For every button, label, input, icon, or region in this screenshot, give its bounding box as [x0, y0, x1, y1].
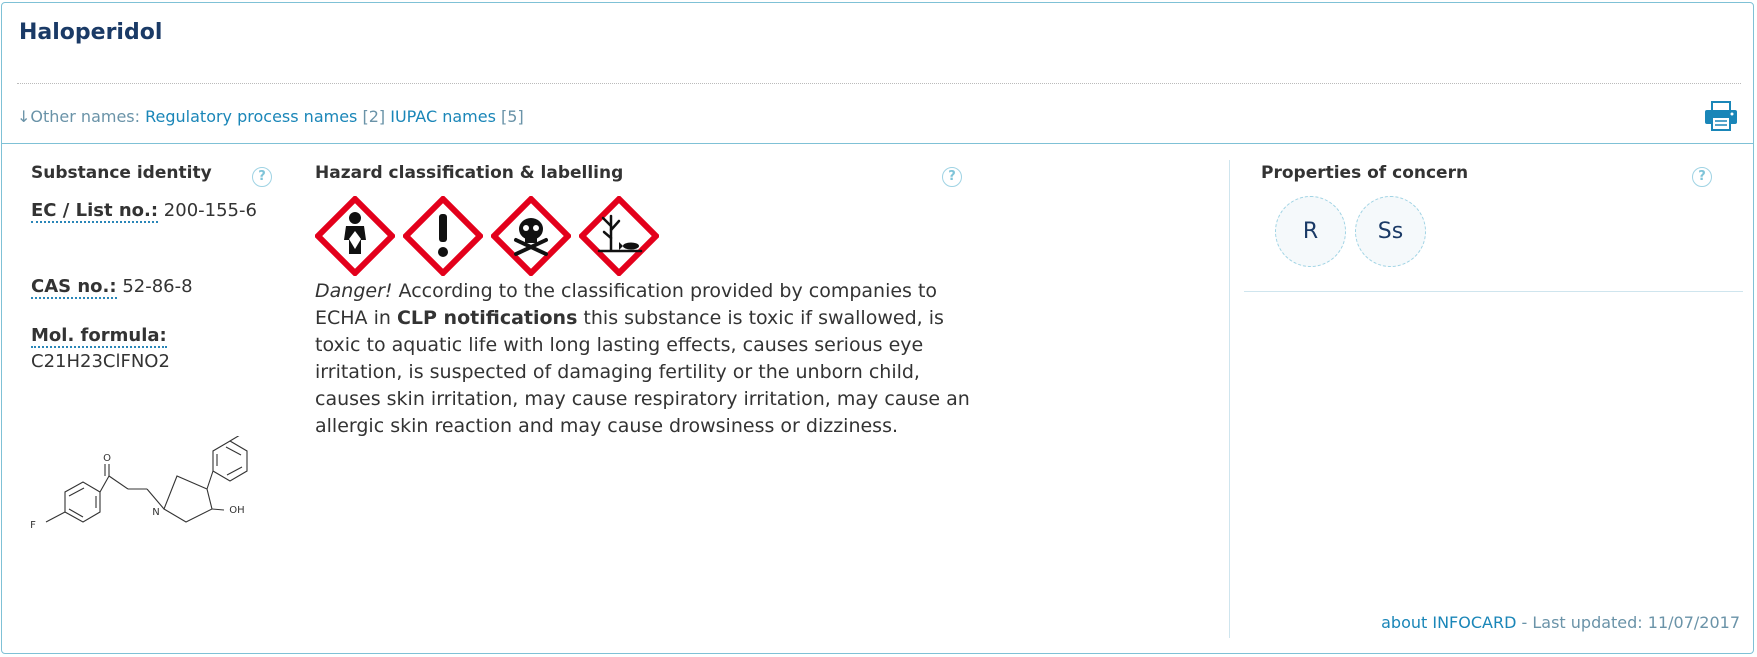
- hazard-heading: Hazard classification & labelling: [315, 163, 624, 183]
- regulatory-process-names-link[interactable]: Regulatory process names: [145, 107, 357, 126]
- formula-label[interactable]: Mol. formula:: [31, 325, 167, 348]
- other-names-label: ↓Other names:: [17, 107, 141, 126]
- cas-number-value: 52-86-8: [122, 276, 193, 297]
- about-infocard-link[interactable]: about INFOCARD: [1381, 613, 1516, 632]
- formula-row: Mol. formula: C21H23ClFNO2: [31, 323, 276, 375]
- cas-number-label[interactable]: CAS no.:: [31, 276, 117, 299]
- health-hazard-icon: [315, 196, 395, 276]
- iupac-names-count: [5]: [501, 107, 524, 126]
- footer: about INFOCARD - Last updated: 11/07/201…: [1381, 613, 1740, 632]
- clp-notifications-label: CLP notifications: [396, 307, 578, 329]
- cas-number-row: CAS no.: 52-86-8: [31, 274, 276, 300]
- header-divider: [1, 143, 1754, 144]
- exclamation-mark-icon: [403, 196, 483, 276]
- skull-crossbones-icon: [491, 196, 571, 276]
- print-icon[interactable]: [1704, 100, 1738, 132]
- oxygen-atom-label: O: [103, 453, 111, 464]
- substance-identity-heading: Substance identity: [31, 163, 212, 183]
- signal-word: Danger!: [315, 280, 393, 302]
- concern-badge-ss[interactable]: Ss: [1355, 196, 1426, 267]
- page-title: Haloperidol: [19, 20, 163, 45]
- fluorine-atom-label: F: [30, 520, 36, 531]
- chlorine-atom-label: Cl: [249, 436, 259, 439]
- divider: [17, 83, 1741, 84]
- help-icon[interactable]: ?: [1692, 167, 1712, 187]
- other-names-bar: ↓Other names: Regulatory process names […: [17, 107, 524, 126]
- ec-number-value: 200-155-6: [163, 200, 257, 221]
- last-updated-text: - Last updated: 11/07/2017: [1516, 613, 1740, 632]
- formula-value: C21H23ClFNO2: [31, 351, 170, 372]
- hydroxyl-label: OH: [229, 505, 244, 516]
- properties-of-concern-heading: Properties of concern: [1261, 163, 1469, 183]
- hazard-statement: Danger! According to the classification …: [315, 278, 975, 440]
- regulatory-process-names-count: [2]: [362, 107, 386, 126]
- nitrogen-atom-label: N: [152, 507, 159, 518]
- help-icon[interactable]: ?: [252, 167, 272, 187]
- ec-number-label[interactable]: EC / List no.:: [31, 200, 159, 223]
- iupac-names-link[interactable]: IUPAC names: [390, 107, 496, 126]
- ec-number-row: EC / List no.: 200-155-6: [31, 198, 276, 224]
- concern-divider: [1244, 291, 1743, 292]
- concern-badge-r[interactable]: R: [1275, 196, 1346, 267]
- column-divider: [1229, 160, 1230, 638]
- environment-icon: [579, 196, 659, 276]
- molecular-structure-image: Cl OH O N F: [30, 436, 259, 531]
- help-icon[interactable]: ?: [942, 167, 962, 187]
